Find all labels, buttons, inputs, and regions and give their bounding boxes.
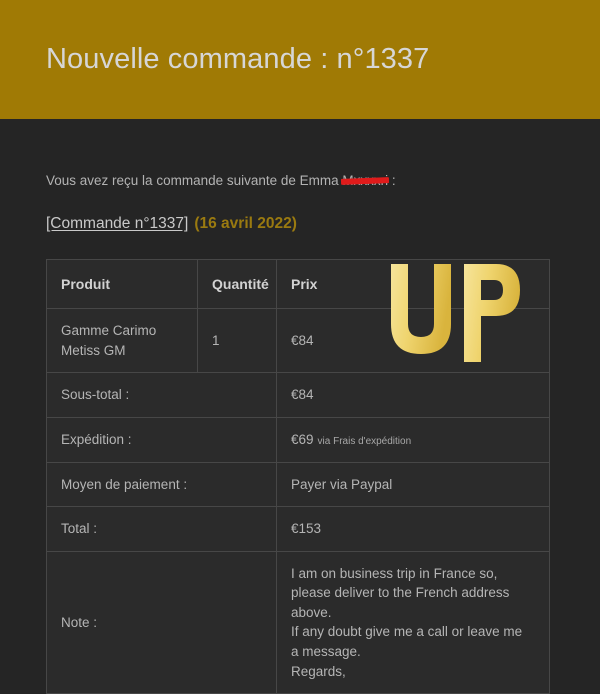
email-body: Vous avez reçu la commande suivante de E… (0, 119, 600, 694)
email-header-banner: Nouvelle commande : n°1337 (0, 0, 600, 119)
value-payment-method: Payer via Paypal (276, 461, 550, 508)
order-date: (16 avril 2022) (194, 214, 297, 232)
redacted-customer-name: Mxxxxri (341, 172, 390, 191)
cell-product-price: €84 (276, 308, 550, 374)
table-row-shipping: Expédition : €69 via Frais d'expédition (46, 417, 550, 463)
value-shipping: €69 via Frais d'expédition (276, 417, 550, 463)
intro-text: Vous avez reçu la commande suivante de E… (46, 119, 554, 191)
label-payment-method: Moyen de paiement : (46, 461, 277, 508)
order-reference-line: [Commande n°1337] (16 avril 2022) (46, 191, 554, 234)
value-shipping-amount: €69 (291, 432, 314, 448)
label-total: Total : (46, 506, 277, 552)
value-note: I am on business trip in France so, plea… (276, 550, 550, 694)
order-table-body: Gamme Carimo Metiss GM 1 €84 Sous-total … (46, 308, 550, 694)
column-header-price: Prix (276, 259, 550, 310)
value-shipping-method: via Frais d'expédition (317, 436, 412, 448)
column-header-product: Produit (46, 259, 198, 310)
table-header-row: Produit Quantité Prix (46, 259, 550, 310)
label-subtotal: Sous-total : (46, 372, 277, 419)
table-row-total: Total : €153 (46, 506, 550, 552)
page-title: Nouvelle commande : n°1337 (46, 43, 430, 76)
label-note: Note : (46, 550, 277, 694)
table-row-payment-method: Moyen de paiement : Payer via Paypal (46, 461, 550, 508)
table-row: Gamme Carimo Metiss GM 1 €84 (46, 308, 550, 374)
label-shipping: Expédition : (46, 417, 277, 463)
table-row-note: Note : I am on business trip in France s… (46, 550, 550, 694)
value-total: €153 (276, 506, 550, 552)
column-header-quantity: Quantité (197, 259, 277, 310)
intro-text-before: Vous avez reçu la commande suivante de E… (46, 173, 343, 188)
order-link[interactable]: [Commande n°1337] (46, 215, 188, 232)
value-subtotal: €84 (276, 372, 550, 419)
order-table-head: Produit Quantité Prix (46, 259, 550, 310)
order-details-table: Produit Quantité Prix Gamme Carimo Metis… (46, 259, 550, 694)
intro-text-after: : (388, 173, 396, 188)
cell-product-name: Gamme Carimo Metiss GM (46, 308, 198, 374)
table-row-subtotal: Sous-total : €84 (46, 372, 550, 419)
cell-product-quantity: 1 (197, 308, 277, 374)
